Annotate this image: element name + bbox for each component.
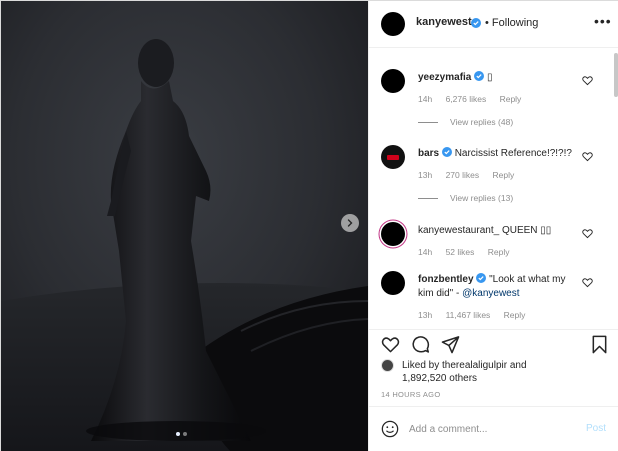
- post-modal: kanyewest • Following ••• yeezymafia ▯ 1…: [0, 0, 618, 451]
- comment-likes[interactable]: 270 likes: [446, 170, 480, 180]
- commenter-avatar[interactable]: [381, 69, 405, 93]
- comment-icon[interactable]: [411, 335, 430, 354]
- liked-by-prefix: Liked by: [402, 360, 440, 371]
- comment-meta: 14h 6,276 likes Reply: [418, 94, 532, 104]
- post-sidebar: kanyewest • Following ••• yeezymafia ▯ 1…: [368, 1, 618, 451]
- view-replies-label: View replies (48): [450, 117, 514, 127]
- comment-meta: 13h 270 likes Reply: [418, 170, 525, 180]
- follow-status[interactable]: • Following: [485, 17, 538, 29]
- bars-logo-icon: [387, 155, 399, 160]
- follow-button[interactable]: Following: [492, 17, 538, 29]
- reply-button[interactable]: Reply: [504, 310, 526, 320]
- comment-like-heart-icon[interactable]: [582, 151, 593, 162]
- comment-input[interactable]: [409, 419, 574, 439]
- view-replies-button[interactable]: View replies (48): [418, 117, 513, 127]
- comment-likes[interactable]: 11,467 likes: [446, 310, 491, 320]
- next-photo-button[interactable]: [341, 214, 359, 232]
- post-comment-button[interactable]: Post: [586, 423, 606, 434]
- liked-by-user[interactable]: therealaligulpir: [442, 360, 507, 371]
- author-avatar[interactable]: [381, 12, 405, 36]
- comment-like-heart-icon[interactable]: [582, 277, 593, 288]
- comment-text: kanyewestaurant_ QUEEN ▯▯: [418, 224, 578, 238]
- commenter-avatar[interactable]: [381, 145, 405, 169]
- commenter-avatar[interactable]: [381, 222, 405, 246]
- liked-by-and: and: [509, 360, 527, 371]
- chevron-right-icon: [347, 219, 353, 227]
- post-header: kanyewest • Following •••: [369, 1, 618, 48]
- comment-like-heart-icon[interactable]: [582, 228, 593, 239]
- share-icon[interactable]: [441, 335, 460, 354]
- author-username[interactable]: kanyewest: [416, 16, 472, 28]
- reply-button[interactable]: Reply: [500, 94, 522, 104]
- comment-text: bars Narcissist Reference!?!?!?: [418, 147, 578, 161]
- verified-badge-icon: [476, 273, 487, 283]
- comment-likes[interactable]: 6,276 likes: [446, 94, 487, 104]
- carousel-indicator: [176, 432, 187, 436]
- comment-body: Narcissist Reference!?!?!?: [454, 148, 572, 159]
- likes-count[interactable]: 1,892,520 others: [402, 372, 477, 385]
- commenter-avatar[interactable]: [381, 271, 405, 295]
- carousel-dot: [183, 432, 187, 436]
- reply-button[interactable]: Reply: [493, 170, 515, 180]
- comments-list[interactable]: yeezymafia ▯ 14h 6,276 likes Reply View …: [369, 49, 618, 326]
- commenter-username[interactable]: bars: [418, 148, 439, 159]
- comment-body: QUEEN ▯▯: [501, 225, 552, 236]
- post-actions: [369, 329, 618, 359]
- comment-likes[interactable]: 52 likes: [446, 247, 475, 257]
- replies-divider: [418, 122, 438, 124]
- post-photo[interactable]: [1, 1, 368, 451]
- comments-scrollbar[interactable]: [614, 53, 618, 97]
- comment-text: yeezymafia ▯: [418, 71, 578, 85]
- more-options-icon[interactable]: •••: [594, 13, 612, 29]
- comment-time[interactable]: 13h: [418, 310, 432, 320]
- comment-meta: 13h 11,467 likes Reply: [418, 310, 536, 320]
- carousel-dot: [176, 432, 180, 436]
- comment-time[interactable]: 13h: [418, 170, 432, 180]
- comment-like-heart-icon[interactable]: [582, 75, 593, 86]
- commenter-username[interactable]: kanyewestaurant_: [418, 225, 499, 236]
- comment-body: ▯: [486, 72, 493, 83]
- view-replies-button[interactable]: View replies (13): [418, 193, 513, 203]
- header-separator: •: [485, 17, 489, 29]
- liker-avatar[interactable]: [381, 359, 394, 372]
- heart-icon[interactable]: [381, 335, 400, 354]
- reply-button[interactable]: Reply: [488, 247, 510, 257]
- view-replies-label: View replies (13): [450, 193, 514, 203]
- commenter-username[interactable]: yeezymafia: [418, 72, 471, 83]
- comment-time[interactable]: 14h: [418, 247, 432, 257]
- replies-divider: [418, 198, 438, 200]
- comment-text: fonzbentley "Look at what my kim did" - …: [418, 273, 578, 301]
- verified-badge-icon: [474, 71, 485, 81]
- photo-scene: [1, 1, 368, 451]
- liked-by-line: Liked by therealaligulpir and: [402, 359, 527, 372]
- bookmark-icon[interactable]: [591, 335, 608, 354]
- comment-time[interactable]: 14h: [418, 94, 432, 104]
- likes-others[interactable]: 1,892,520 others: [402, 373, 477, 384]
- mention-link[interactable]: @kanyewest: [462, 288, 519, 299]
- verified-badge-icon: [441, 147, 452, 157]
- post-timestamp[interactable]: 14 HOURS AGO: [381, 390, 440, 399]
- comment-composer: Post: [369, 406, 618, 451]
- comment-meta: 14h 52 likes Reply: [418, 247, 521, 257]
- verified-badge-icon: [471, 18, 481, 28]
- emoji-icon[interactable]: [381, 420, 399, 438]
- commenter-username[interactable]: fonzbentley: [418, 274, 474, 285]
